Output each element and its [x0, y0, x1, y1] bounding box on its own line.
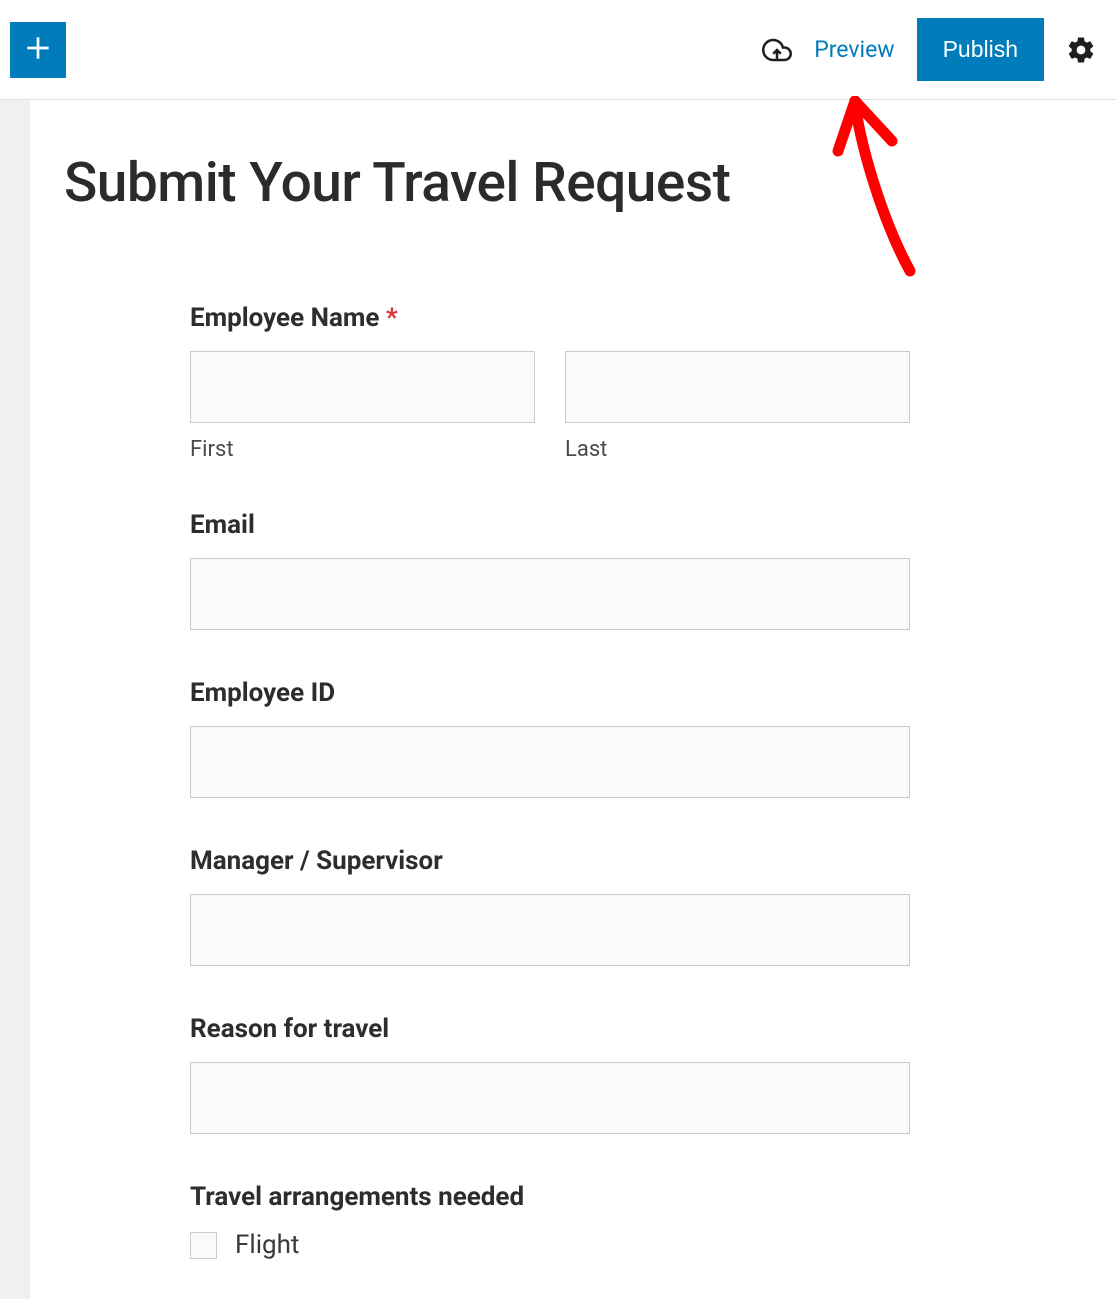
editor-toolbar: Preview Publish	[0, 0, 1116, 100]
field-arrangements: Travel arrangements needed Flight	[190, 1182, 910, 1260]
email-input[interactable]	[190, 558, 910, 630]
email-label: Email	[190, 510, 910, 540]
field-employee-name: Employee Name * First Last	[190, 303, 910, 462]
employee-name-label: Employee Name *	[190, 303, 910, 333]
field-employee-id: Employee ID	[190, 678, 910, 798]
arrangements-label: Travel arrangements needed	[190, 1182, 910, 1212]
name-last-col: Last	[565, 351, 910, 462]
first-name-sublabel: First	[190, 437, 535, 462]
field-email: Email	[190, 510, 910, 630]
last-name-input[interactable]	[565, 351, 910, 423]
toolbar-left	[10, 22, 66, 78]
form-container: Employee Name * First Last Email	[30, 215, 910, 1260]
plus-icon	[22, 32, 54, 67]
page-title[interactable]: Submit Your Travel Request	[30, 152, 1116, 215]
last-name-sublabel: Last	[565, 437, 910, 462]
field-reason: Reason for travel	[190, 1014, 910, 1134]
settings-icon[interactable]	[1066, 35, 1096, 65]
employee-id-input[interactable]	[190, 726, 910, 798]
employee-name-label-text: Employee Name	[190, 303, 386, 333]
employee-id-label: Employee ID	[190, 678, 910, 708]
required-indicator: *	[386, 303, 398, 333]
editor-canvas: Submit Your Travel Request Employee Name…	[0, 100, 1116, 1299]
manager-input[interactable]	[190, 894, 910, 966]
add-block-button[interactable]	[10, 22, 66, 78]
reason-label: Reason for travel	[190, 1014, 910, 1044]
field-manager: Manager / Supervisor	[190, 846, 910, 966]
preview-link[interactable]: Preview	[814, 36, 894, 63]
publish-button[interactable]: Publish	[917, 18, 1044, 81]
cloud-save-icon[interactable]	[762, 35, 792, 65]
flight-checkbox-label: Flight	[235, 1230, 299, 1260]
name-first-col: First	[190, 351, 535, 462]
flight-checkbox[interactable]	[190, 1232, 217, 1259]
first-name-input[interactable]	[190, 351, 535, 423]
reason-input[interactable]	[190, 1062, 910, 1134]
toolbar-right: Preview Publish	[762, 18, 1104, 81]
name-row: First Last	[190, 351, 910, 462]
manager-label: Manager / Supervisor	[190, 846, 910, 876]
page-content: Submit Your Travel Request Employee Name…	[30, 100, 1116, 1299]
checkbox-row-flight: Flight	[190, 1230, 910, 1260]
